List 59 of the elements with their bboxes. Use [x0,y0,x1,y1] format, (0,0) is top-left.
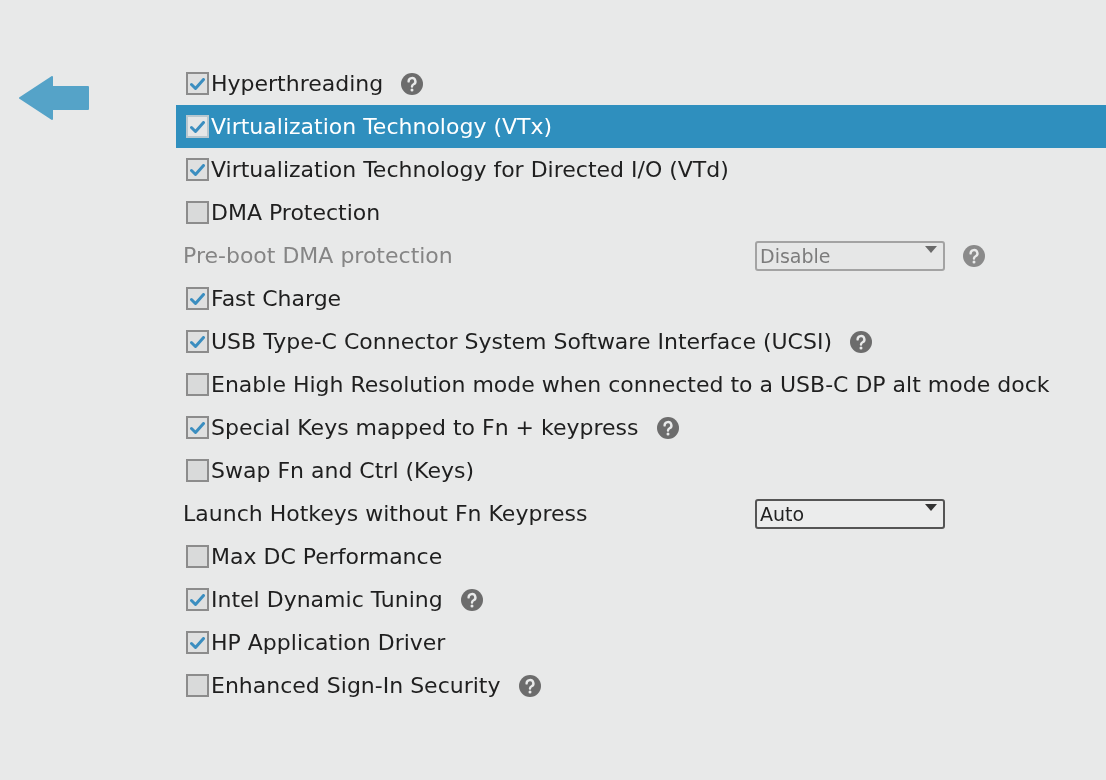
settings-row[interactable]: Enhanced Sign-In Security [176,664,1106,707]
checkmark-icon [190,120,205,133]
checkmark-icon [190,636,205,649]
checkmark-icon [190,421,205,434]
settings-row[interactable]: Hyperthreading [176,62,1106,105]
settings-row[interactable]: HP Application Driver [176,621,1106,664]
checkbox[interactable] [186,588,209,611]
checkbox[interactable] [186,631,209,654]
checkmark-icon [190,593,205,606]
setting-label: Hyperthreading [211,71,384,96]
checkbox[interactable] [186,373,209,396]
setting-label: Intel Dynamic Tuning [211,587,443,612]
help-icon[interactable] [401,72,424,95]
setting-label: HP Application Driver [211,630,446,655]
settings-row[interactable]: Enable High Resolution mode when connected to a USB-C DP alt mode dock [176,363,1106,406]
checkbox[interactable] [186,287,209,310]
settings-row[interactable]: Intel Dynamic Tuning [176,578,1106,621]
setting-label: Max DC Performance [211,544,443,569]
setting-label: Enable High Resolution mode when connected to a USB-C DP alt mode dock [211,372,1050,397]
settings-row[interactable]: Max DC Performance [176,535,1106,578]
caret-icon [925,245,937,253]
help-icon[interactable] [850,330,873,353]
setting-label: USB Type-C Connector System Software Interface (UCSI) [211,329,833,354]
settings-row[interactable]: Special Keys mapped to Fn + keypress [176,406,1106,449]
setting-label: Launch Hotkeys without Fn Keypress [183,501,589,526]
help-icon[interactable] [656,416,679,439]
setting-label: Virtualization Technology for Directed I/O (VTd) [211,157,729,182]
checkbox[interactable] [186,459,209,482]
checkmark-icon [190,292,205,305]
settings-row[interactable]: Fast Charge [176,277,1106,320]
checkmark-icon [190,163,205,176]
settings-row[interactable]: USB Type-C Connector System Software Interface (UCSI) [176,320,1106,363]
checkbox[interactable] [186,674,209,697]
checkbox[interactable] [186,115,209,138]
help-icon[interactable] [460,588,483,611]
setting-label: Enhanced Sign-In Security [211,673,501,698]
settings-row[interactable]: Swap Fn and Ctrl (Keys) [176,449,1106,492]
checkbox[interactable] [186,330,209,353]
setting-label: Swap Fn and Ctrl (Keys) [211,458,475,483]
setting-label: Pre-boot DMA protection [183,243,454,268]
setting-label: Special Keys mapped to Fn + keypress [211,415,639,440]
help-icon[interactable] [518,674,541,697]
settings-row[interactable]: DMA Protection [176,191,1106,234]
settings-row[interactable]: Launch Hotkeys without Fn Keypress Auto [176,492,1106,535]
checkbox[interactable] [186,72,209,95]
dropdown[interactable]: Auto [755,498,945,529]
checkbox[interactable] [186,201,209,224]
checkmark-icon [190,77,205,90]
back-arrow-icon[interactable] [19,76,89,120]
caret-icon [925,503,937,511]
setting-label: Virtualization Technology (VTx) [211,114,553,139]
checkmark-icon [190,335,205,348]
settings-row[interactable]: Virtualization Technology (VTx) [176,105,1106,148]
settings-row[interactable]: Virtualization Technology for Directed I/O (VTd) [176,148,1106,191]
checkbox[interactable] [186,158,209,181]
setting-label: Fast Charge [211,286,342,311]
checkbox[interactable] [186,416,209,439]
setting-label: DMA Protection [211,200,381,225]
checkbox[interactable] [186,545,209,568]
